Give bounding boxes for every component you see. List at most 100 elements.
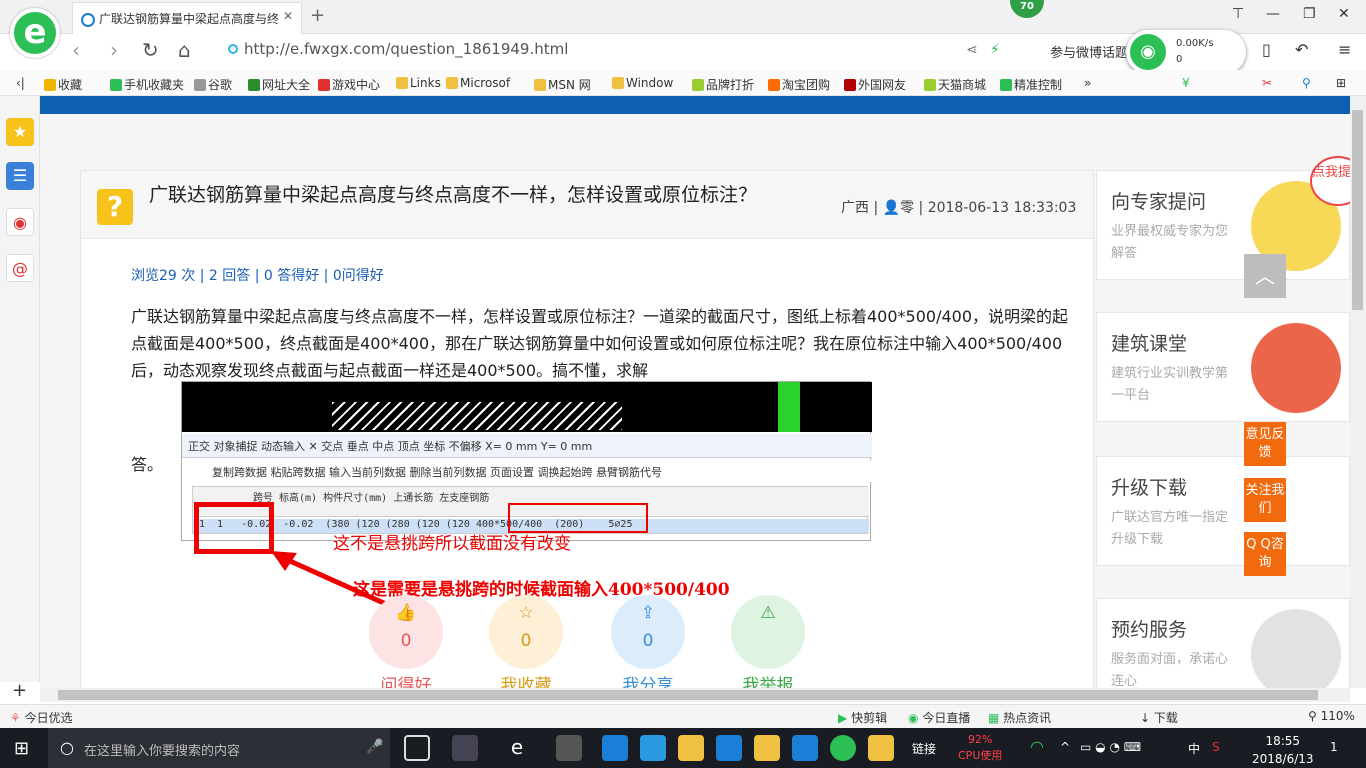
bookmark-icon [110,79,122,91]
region[interactable]: 广西 [841,200,869,216]
status-item-live[interactable]: ◉ 今日直播 [908,709,970,726]
g-app-icon[interactable] [716,735,742,761]
status-item-download[interactable]: ↓ 下载 [1140,709,1178,726]
ie-icon[interactable] [640,735,666,761]
bookmark-icon [248,79,260,91]
cortana-icon: ○ [60,738,74,757]
status-item-news[interactable]: ▦ 热点资讯 [988,709,1051,726]
beam-hatch [332,402,622,430]
ime-s-icon[interactable]: S [1212,740,1220,754]
maximize-button[interactable]: ❐ [1303,6,1316,22]
reload-icon[interactable]: ↻ [142,38,159,62]
ime-language[interactable]: 中 [1188,740,1200,757]
wifi-widget[interactable]: ◉ 0.00K/s 0 [1126,30,1246,74]
url-input[interactable]: http://e.fwxgx.com/question_1861949.html [228,40,568,58]
favorites-star-icon[interactable]: ★ [6,118,34,146]
menu-icon[interactable]: ≡ [1338,40,1351,59]
lightning-icon[interactable]: ⚡ [990,42,1000,58]
scissors-icon[interactable]: ✂ [1262,76,1272,90]
more-bookmarks-icon[interactable]: » [1084,76,1091,90]
tab-close-icon[interactable]: ✕ [283,9,293,23]
bookmark-item[interactable]: 网址大全 [248,76,310,93]
phone-icon[interactable]: ▯ [1262,40,1271,59]
weibo-icon[interactable]: ◉ [6,208,34,236]
undo-icon[interactable]: ↶ [1295,40,1308,59]
right-card-illustration [1251,609,1341,688]
active-tab[interactable]: 广联达钢筋算量中梁起点高度与终 ✕ [72,2,302,34]
close-window-button[interactable]: ✕ [1338,6,1350,22]
cpu-monitor[interactable]: 92% CPU使用 [958,732,1002,764]
shirt-icon[interactable]: ⊤ [1232,6,1244,22]
bookmark-item[interactable]: 淘宝团购 [768,76,830,93]
favorite-button[interactable]: ☆ 0 [489,595,563,669]
task-view-icon[interactable] [404,735,430,761]
share-button[interactable]: ⇪ 0 [611,595,685,669]
new-tab-button[interactable]: + [310,5,325,26]
currency-icon[interactable]: ¥ [1182,76,1190,90]
link-label[interactable]: 链接 [912,740,936,757]
reading-list-icon[interactable]: ☰ [6,162,34,190]
microphone-icon[interactable]: 🎤 [366,739,383,755]
taskbar-search-placeholder: 在这里输入你要搜索的内容 [84,744,241,759]
bookmark-item[interactable]: 品牌打折 [692,76,754,93]
file-explorer-icon[interactable] [678,735,704,761]
back-button[interactable]: ‹ [72,38,80,62]
status-item-quickcut[interactable]: ▶ 快剪辑 [838,709,887,726]
bookmark-item[interactable]: MSN 网 [534,76,591,93]
share-icon[interactable]: ⋖ [966,42,978,58]
bookmark-item[interactable]: 谷歌 [194,76,232,93]
bookmark-item[interactable]: Window [612,76,673,90]
right-card[interactable]: 升级下载 广联达官方唯一指定升级下载 [1096,456,1350,566]
weibo-topic-link[interactable]: 参与微博话题 [1050,42,1128,61]
user-name[interactable]: 零 [900,200,914,216]
browser-logo-icon[interactable]: e [10,8,60,58]
minimize-button[interactable]: — [1266,6,1280,22]
browser-taskbar-icon[interactable] [830,735,856,761]
taskbar-search[interactable]: 在这里输入你要搜索的内容 [48,728,390,768]
right-card[interactable]: 建筑课堂 建筑行业实训教学第一平台 [1096,312,1350,422]
vertical-scroll-thumb[interactable] [1352,110,1363,310]
bookmarks-toggle-icon[interactable]: ‹| [16,76,25,90]
chrome-like-icon[interactable] [556,735,582,761]
bookmark-label: 手机收藏夹 [124,78,185,92]
grid-icon[interactable]: ⊞ [1336,76,1346,90]
feedback-button[interactable]: 意见反馈 [1244,422,1286,466]
bookmark-item[interactable]: 收藏 [44,76,82,93]
tray-expand-icon[interactable]: ^ [1060,740,1070,754]
qq-consult-button[interactable]: Q Q咨询 [1244,532,1286,576]
forward-button[interactable]: › [110,38,118,62]
start-windows-icon[interactable]: ⊞ [14,738,29,759]
edge-icon[interactable] [602,735,628,761]
horizontal-scroll-thumb[interactable] [58,690,1318,700]
zoom-control[interactable]: ⚲ 110% [1308,709,1355,723]
bookmark-item[interactable]: 手机收藏夹 [110,76,184,93]
download-icon: ↓ [1140,711,1151,725]
media-icon[interactable] [868,735,894,761]
clock[interactable]: 18:55 2018/6/13 [1252,732,1314,768]
wifi-tray-icon[interactable]: ◠ [1030,737,1044,756]
notes-icon[interactable] [754,735,780,761]
bookmark-icon [318,79,330,91]
today-picks-link[interactable]: ⚘ 今日优选 [10,709,73,726]
report-button[interactable]: ⚠ [731,595,805,669]
bookmark-item[interactable]: Links [396,76,441,90]
tool-icon[interactable] [792,735,818,761]
like-button[interactable]: 👍 0 [369,595,443,669]
bookmark-item[interactable]: 外国网友 [844,76,906,93]
bookmark-item[interactable]: 游戏中心 [318,76,380,93]
back-to-top-button[interactable]: ︿ [1244,254,1286,298]
home-icon[interactable]: ⌂ [178,38,191,62]
notification-count[interactable]: 1 [1330,740,1338,754]
bookmark-item[interactable]: Microsof [446,76,510,90]
fan-app-icon[interactable] [452,735,478,761]
search-icon[interactable]: ⚲ [1302,76,1311,90]
ie-taskbar-icon[interactable]: e [504,735,530,761]
bookmark-item[interactable]: 天猫商城 [924,76,986,93]
right-card-subtitle: 服务面对面，承诺心连心 [1111,652,1229,688]
mail-icon[interactable]: @ [6,254,34,282]
add-sidebar-icon[interactable]: + [12,680,27,701]
bookmark-item[interactable]: 精准控制 [1000,76,1062,93]
follow-us-button[interactable]: 关注我们 [1244,478,1286,522]
right-card[interactable]: 预约服务 服务面对面，承诺心连心 [1096,598,1350,688]
tray-icons[interactable]: ▭ ◒ ◔ ⌨ [1080,740,1141,754]
